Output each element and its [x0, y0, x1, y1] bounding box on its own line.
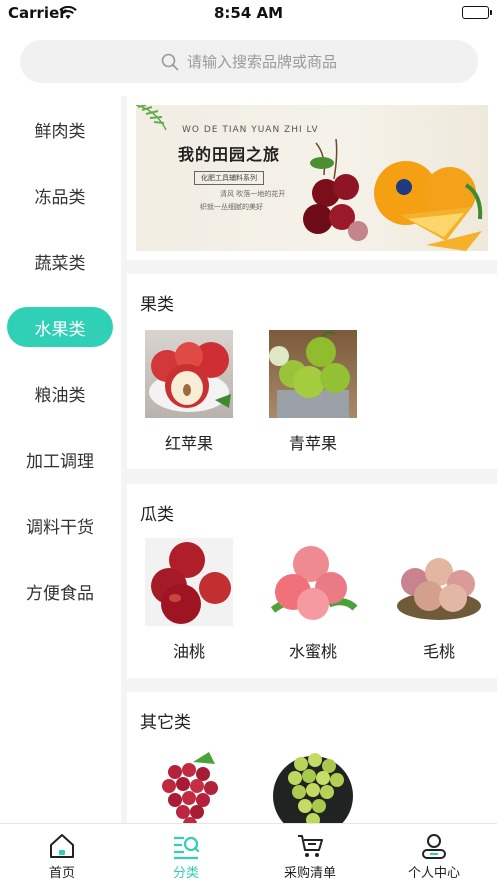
product-green-grapes[interactable]	[269, 744, 357, 823]
hairy-peach-image	[395, 538, 483, 626]
cart-icon	[298, 835, 323, 857]
nectarine-image	[145, 538, 233, 626]
product-red-apple[interactable]: 红苹果	[145, 330, 233, 454]
battery-icon	[462, 6, 492, 19]
cherries-oranges-image	[303, 138, 483, 251]
clock: 8:54 AM	[213, 4, 284, 22]
sidebar-item-vegetables[interactable]: 蔬菜类	[7, 241, 113, 281]
sidebar-item-grain-oil[interactable]: 粮油类	[7, 373, 113, 413]
category-icon	[174, 836, 200, 860]
banner-subtitle: WO DE TIAN YUAN ZHI LV	[182, 125, 319, 135]
product-hairy-peach[interactable]: 毛桃	[395, 538, 483, 662]
green-apple-image	[269, 330, 357, 418]
user-icon	[422, 834, 446, 859]
section-melons: 瓜类 油桃 水蜜桃 毛桃	[127, 484, 497, 678]
banner-line-1: 清风 吹落一地的花开	[220, 190, 286, 198]
product-content: WO DE TIAN YUAN ZHI LV 我的田园之旅 化肥工具辅料系列 清…	[121, 96, 497, 823]
product-name: 青苹果	[288, 434, 337, 453]
tab-label: 采购清单	[283, 866, 336, 881]
section-title: 其它类	[140, 713, 191, 733]
green-grapes-image	[269, 744, 357, 823]
category-sidebar: 鲜肉类 冻品类 蔬菜类 水果类 粮油类 加工调理 调料干货 方便食品	[0, 96, 121, 823]
search-icon	[161, 53, 179, 70]
product-name: 红苹果	[164, 434, 213, 453]
tab-category[interactable]: 分类	[124, 824, 248, 883]
section-title: 果类	[140, 295, 174, 315]
sidebar-item-fresh-meat[interactable]: 鲜肉类	[7, 109, 113, 149]
sidebar-item-convenience[interactable]: 方便食品	[7, 571, 113, 611]
promo-banner[interactable]: WO DE TIAN YUAN ZHI LV 我的田园之旅 化肥工具辅料系列 清…	[127, 96, 497, 260]
sidebar-item-fruits[interactable]: 水果类	[7, 307, 113, 347]
tab-label: 首页	[48, 866, 75, 881]
section-others: 其它类	[127, 692, 497, 823]
palm-leaf-image	[136, 105, 167, 131]
sidebar-item-processed[interactable]: 加工调理	[7, 439, 113, 479]
product-honey-peach[interactable]: 水蜜桃	[269, 538, 357, 662]
product-name: 毛桃	[422, 642, 455, 661]
tab-home[interactable]: 首页	[0, 824, 124, 883]
red-apple-image	[145, 330, 233, 418]
section-title: 瓜类	[140, 505, 174, 525]
status-bar: Carrier 8:54 AM	[0, 0, 497, 26]
banner-title: 我的田园之旅	[178, 145, 281, 164]
section-fruits: 果类 红苹果 青苹果	[127, 274, 497, 469]
tab-purchase-list[interactable]: 采购清单	[248, 824, 372, 883]
sidebar-item-frozen[interactable]: 冻品类	[7, 175, 113, 215]
banner-line-2: 织就一丛细腻的美好	[200, 203, 263, 211]
honey-peach-image	[269, 538, 357, 626]
tab-bar: 首页 分类 采购清单 个人中心	[0, 823, 497, 883]
red-grapes-image	[145, 744, 233, 823]
search-input[interactable]: 请输入搜索品牌或商品	[20, 40, 478, 83]
tab-profile[interactable]: 个人中心	[372, 824, 496, 883]
product-name: 油桃	[172, 642, 205, 661]
product-nectarine[interactable]: 油桃	[145, 538, 233, 662]
home-icon	[50, 834, 74, 858]
product-green-apple[interactable]: 青苹果	[269, 330, 357, 454]
tab-label: 个人中心	[407, 866, 460, 881]
search-placeholder: 请输入搜索品牌或商品	[186, 53, 337, 71]
tab-label: 分类	[172, 866, 199, 881]
banner-tag: 化肥工具辅料系列	[194, 171, 264, 185]
product-red-grapes[interactable]	[145, 744, 233, 823]
product-name: 水蜜桃	[288, 642, 337, 661]
sidebar-item-seasoning[interactable]: 调料干货	[7, 505, 113, 545]
